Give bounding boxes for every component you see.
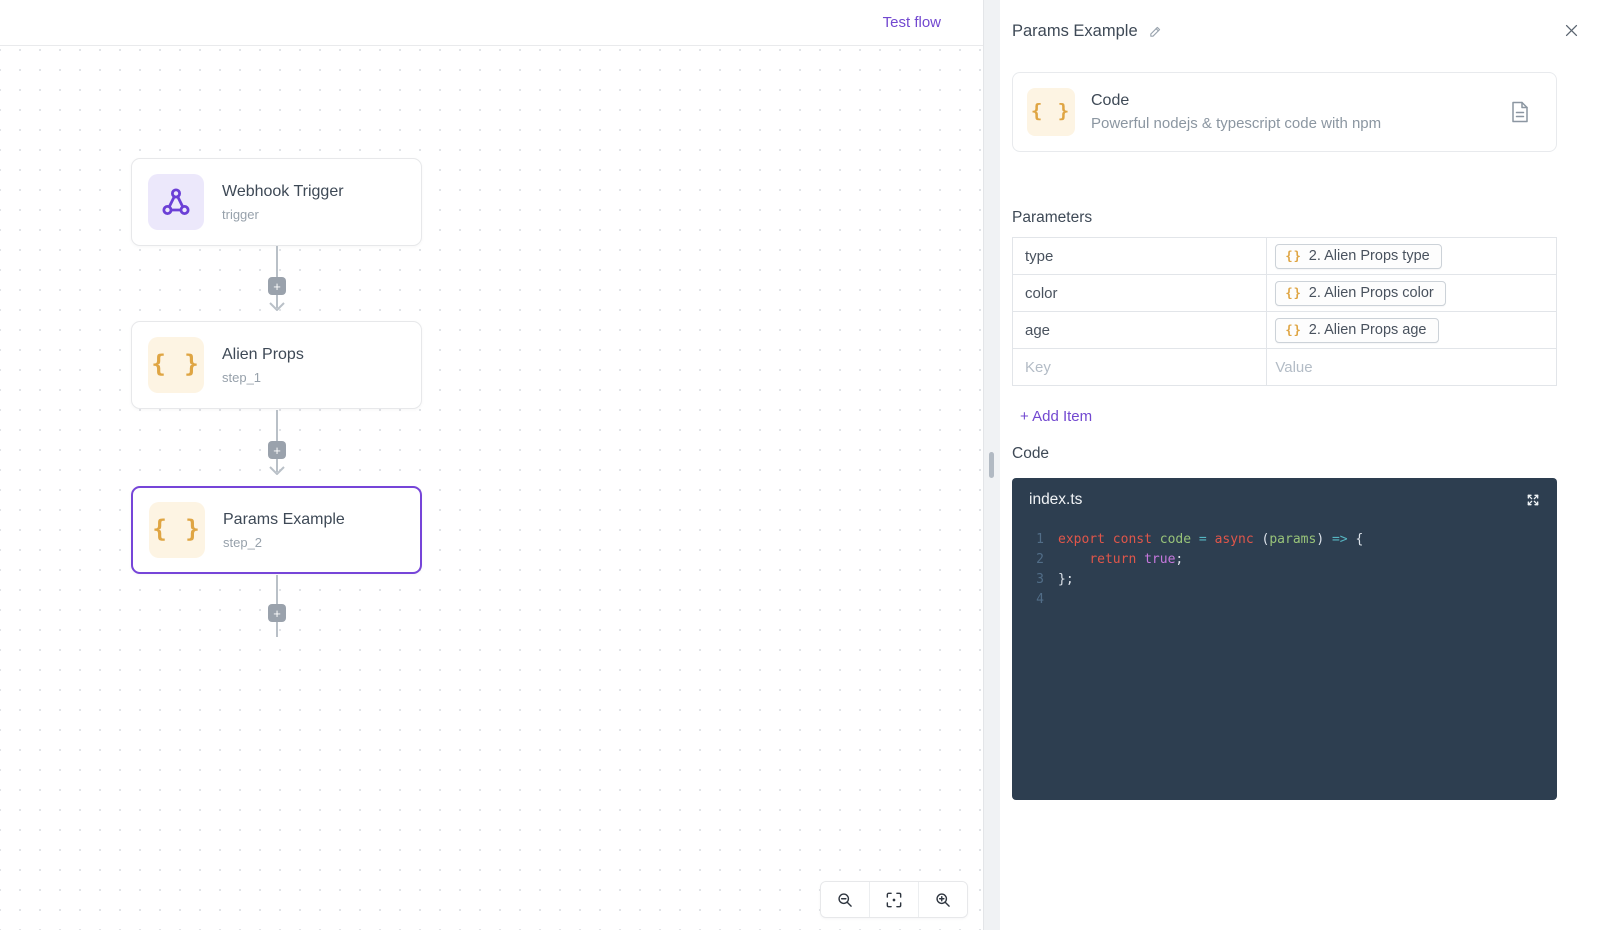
parameter-value-chip[interactable]: {} 2. Alien Props color <box>1275 280 1446 306</box>
flow-canvas-pane: Test flow Webhook Trigger trigger + {} … <box>0 0 983 930</box>
add-step-button[interactable]: + <box>268 277 286 295</box>
app: Test flow Webhook Trigger trigger + {} … <box>0 0 1610 930</box>
braces-icon: { } <box>149 502 205 558</box>
parameter-row: type {} 2. Alien Props type <box>1011 237 1557 275</box>
node-title: Alien Props <box>222 345 304 363</box>
add-step-button[interactable]: + <box>268 441 286 459</box>
panel-title: Params Example <box>1012 22 1138 40</box>
code-editor[interactable]: index.ts 1 export const code = async (par… <box>1012 478 1557 800</box>
flow-canvas[interactable]: Webhook Trigger trigger + { } Alien Prop… <box>0 46 983 930</box>
code-line: 3}; <box>1036 572 1074 587</box>
zoom-out-button[interactable] <box>821 882 870 917</box>
new-value-input[interactable] <box>1275 358 1542 376</box>
new-key-input[interactable] <box>1025 358 1255 376</box>
canvas-topbar: Test flow <box>0 0 983 46</box>
block-title: Code <box>1091 92 1130 109</box>
parameters-heading: Parameters <box>1012 209 1093 226</box>
expand-icon <box>1527 494 1539 506</box>
zoom-in-button[interactable] <box>919 882 967 917</box>
parameter-key[interactable]: type <box>1011 237 1268 275</box>
zoom-out-icon <box>838 892 852 907</box>
node-subtitle: step_2 <box>223 534 263 550</box>
add-item-button[interactable]: + Add Item <box>1020 408 1092 425</box>
node-subtitle: step_1 <box>222 369 262 385</box>
node-subtitle: trigger <box>222 206 259 222</box>
node-webhook-trigger[interactable]: Webhook Trigger trigger <box>131 158 422 246</box>
braces-icon: { } <box>148 337 204 393</box>
code-heading: Code <box>1012 445 1050 462</box>
parameter-key[interactable]: color <box>1011 274 1268 312</box>
block-info-card: { } Code Powerful nodejs & typescript co… <box>1012 72 1557 152</box>
fit-view-button[interactable] <box>870 882 919 917</box>
parameter-value-chip[interactable]: {} 2. Alien Props type <box>1275 243 1442 269</box>
parameter-row-new <box>1011 348 1557 386</box>
braces-icon: {} <box>1285 248 1302 263</box>
test-flow-button[interactable]: Test flow <box>883 14 941 31</box>
arrow-down-icon <box>269 302 285 311</box>
node-alien-props[interactable]: { } Alien Props step_1 <box>131 321 422 409</box>
code-line: 4 <box>1036 592 1044 607</box>
panel-resize-gutter <box>983 0 1000 930</box>
parameters-table: type {} 2. Alien Props type color {} 2. … <box>1011 237 1557 386</box>
code-line: 1 export const code = async (params) => { <box>1036 532 1364 547</box>
close-icon <box>1565 24 1578 37</box>
close-panel-button[interactable] <box>1563 22 1580 39</box>
parameter-key[interactable]: age <box>1011 311 1268 349</box>
parameter-row: age {} 2. Alien Props age <box>1011 311 1557 349</box>
arrow-down-icon <box>269 466 285 475</box>
node-title: Webhook Trigger <box>222 182 344 200</box>
node-params-example[interactable]: { } Params Example step_2 <box>131 486 422 574</box>
code-line: 2 return true; <box>1036 552 1184 567</box>
expand-editor-button[interactable] <box>1523 490 1543 510</box>
fit-view-icon <box>886 892 902 907</box>
node-title: Params Example <box>223 510 345 528</box>
canvas-zoom-controls <box>820 881 968 918</box>
braces-icon: {} <box>1285 285 1302 300</box>
braces-icon: { } <box>1027 88 1075 136</box>
parameter-row: color {} 2. Alien Props color <box>1011 274 1557 312</box>
zoom-in-icon <box>936 892 950 907</box>
code-filename: index.ts <box>1029 491 1083 508</box>
braces-icon: {} <box>1285 322 1302 337</box>
pencil-icon[interactable] <box>1148 24 1163 39</box>
add-step-button[interactable]: + <box>268 604 286 622</box>
block-subtitle: Powerful nodejs & typescript code with n… <box>1091 115 1382 132</box>
step-config-panel: Params Example { } Code Powerful nodejs … <box>1000 0 1610 930</box>
panel-resize-handle[interactable] <box>989 452 994 478</box>
parameter-value-chip[interactable]: {} 2. Alien Props age <box>1275 317 1439 343</box>
code-lines[interactable]: 1 export const code = async (params) => {… <box>1012 510 1557 610</box>
document-icon[interactable] <box>1510 101 1530 123</box>
webhook-icon <box>148 174 204 230</box>
